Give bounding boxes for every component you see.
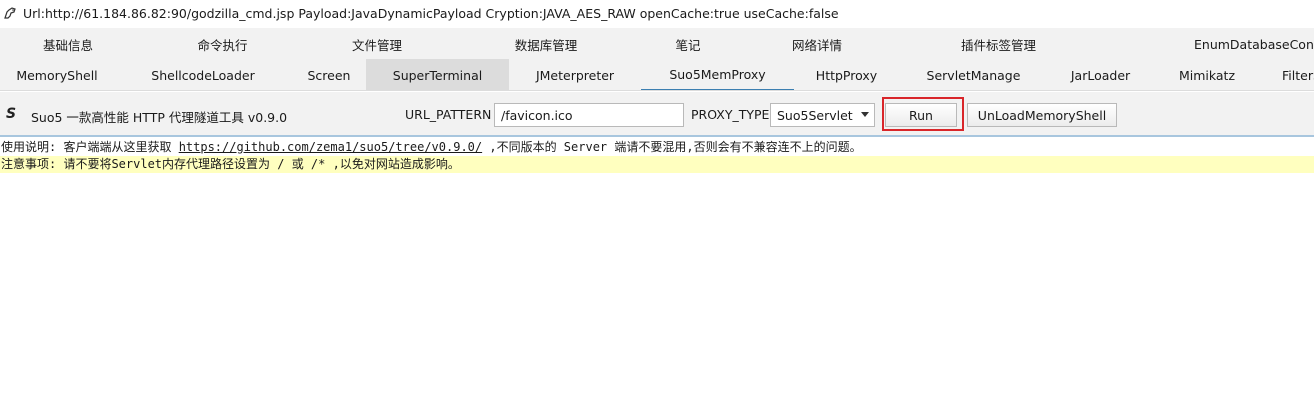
console-output[interactable]: 使用说明: 客户端端从这里获取 https://github.com/zema1…: [0, 139, 1314, 416]
tab-bar-plugins: MemoryShell ShellcodeLoader Screen Super…: [0, 59, 1314, 91]
tab-label: 数据库管理: [514, 37, 578, 53]
plugin-title: Suo5 一款高性能 HTTP 代理隧道工具 v0.9.0: [31, 110, 288, 125]
tab-filter-shell[interactable]: FilterShell: [1261, 59, 1314, 90]
tab-label: FilterShell: [1282, 67, 1314, 83]
window-title: Url:http://61.184.86.82:90/godzilla_cmd.…: [23, 5, 839, 21]
tab-label: JarLoader: [1070, 67, 1131, 83]
tab-suo5-mem-proxy[interactable]: Suo5MemProxy: [641, 59, 794, 90]
tab-shellcode-loader[interactable]: ShellcodeLoader: [114, 59, 292, 90]
suo5-logo-icon: S: [6, 106, 17, 122]
proxy-type-label: PROXY_TYPE: [691, 107, 770, 122]
tab-label: Mimikatz: [1178, 67, 1236, 83]
tab-mimikatz[interactable]: Mimikatz: [1153, 59, 1261, 90]
tab-label: MemoryShell: [16, 67, 98, 83]
run-button[interactable]: Run: [885, 103, 957, 127]
tab-label: HttpProxy: [815, 67, 878, 83]
tab-command-exec[interactable]: 命令执行: [136, 28, 309, 60]
tab-database-manager[interactable]: 数据库管理: [445, 28, 647, 60]
proxy-type-select[interactable]: Suo5Servlet: [770, 103, 875, 127]
tab-label: 网络详情: [791, 37, 842, 53]
tab-label: Suo5MemProxy: [669, 66, 766, 82]
proxy-type-value: Suo5Servlet: [777, 107, 853, 123]
warning-note-line: 注意事项: 请不要将Servlet内存代理路径设置为 / 或 /* ,以免对网站…: [0, 156, 1314, 173]
url-pattern-input[interactable]: [494, 103, 684, 127]
usage-note-prefix: 使用说明: 客户端端从这里获取: [1, 140, 179, 154]
window-titlebar: Url:http://61.184.86.82:90/godzilla_cmd.…: [0, 0, 1314, 26]
usage-note-suffix: ,不同版本的 Server 端请不要混用,否则会有不兼容连不上的问题。: [482, 140, 862, 154]
tab-label: Screen: [307, 67, 351, 83]
tab-file-manager[interactable]: 文件管理: [309, 28, 445, 60]
tab-jmeterpreter[interactable]: JMeterpreter: [509, 59, 641, 90]
godzilla-app-icon: [2, 5, 18, 21]
tab-label: SuperTerminal: [392, 67, 483, 83]
tab-super-terminal[interactable]: SuperTerminal: [366, 59, 509, 90]
tab-network-details[interactable]: 网络详情: [729, 28, 905, 60]
tab-basic-info[interactable]: 基础信息: [0, 28, 136, 60]
tab-label: 文件管理: [351, 37, 402, 53]
suo5-toolbar: S Suo5 一款高性能 HTTP 代理隧道工具 v0.9.0 URL_PATT…: [0, 92, 1314, 137]
tab-label: 基础信息: [42, 37, 93, 53]
unload-memory-shell-button[interactable]: UnLoadMemoryShell: [967, 103, 1117, 127]
tab-label: 插件标签管理: [960, 37, 1036, 53]
url-pattern-label: URL_PATTERN: [405, 107, 492, 122]
tab-label: EnumDatabaseConn: [1194, 36, 1314, 52]
tab-label: ShellcodeLoader: [151, 67, 255, 83]
tab-enum-database-conn[interactable]: EnumDatabaseConn: [1092, 28, 1314, 60]
tab-http-proxy[interactable]: HttpProxy: [794, 59, 899, 90]
tab-bar-primary: 基础信息 命令执行 文件管理 数据库管理 笔记 网络详情 插件标签管理 Enum…: [0, 28, 1314, 60]
tab-memory-shell[interactable]: MemoryShell: [0, 59, 114, 90]
tab-notes[interactable]: 笔记: [647, 28, 729, 60]
tab-screen[interactable]: Screen: [292, 59, 366, 90]
usage-note-line: 使用说明: 客户端端从这里获取 https://github.com/zema1…: [0, 139, 1314, 156]
suo5-release-link[interactable]: https://github.com/zema1/suo5/tree/v0.9.…: [179, 140, 482, 154]
tab-label: 笔记: [675, 37, 701, 53]
chevron-down-icon: [856, 104, 874, 126]
tab-plugin-tag-manager[interactable]: 插件标签管理: [905, 28, 1092, 60]
tab-servlet-manage[interactable]: ServletManage: [899, 59, 1048, 90]
tab-label: JMeterpreter: [535, 67, 615, 83]
tab-label: 命令执行: [197, 37, 248, 53]
tab-jar-loader[interactable]: JarLoader: [1048, 59, 1153, 90]
tab-label: ServletManage: [926, 67, 1021, 83]
